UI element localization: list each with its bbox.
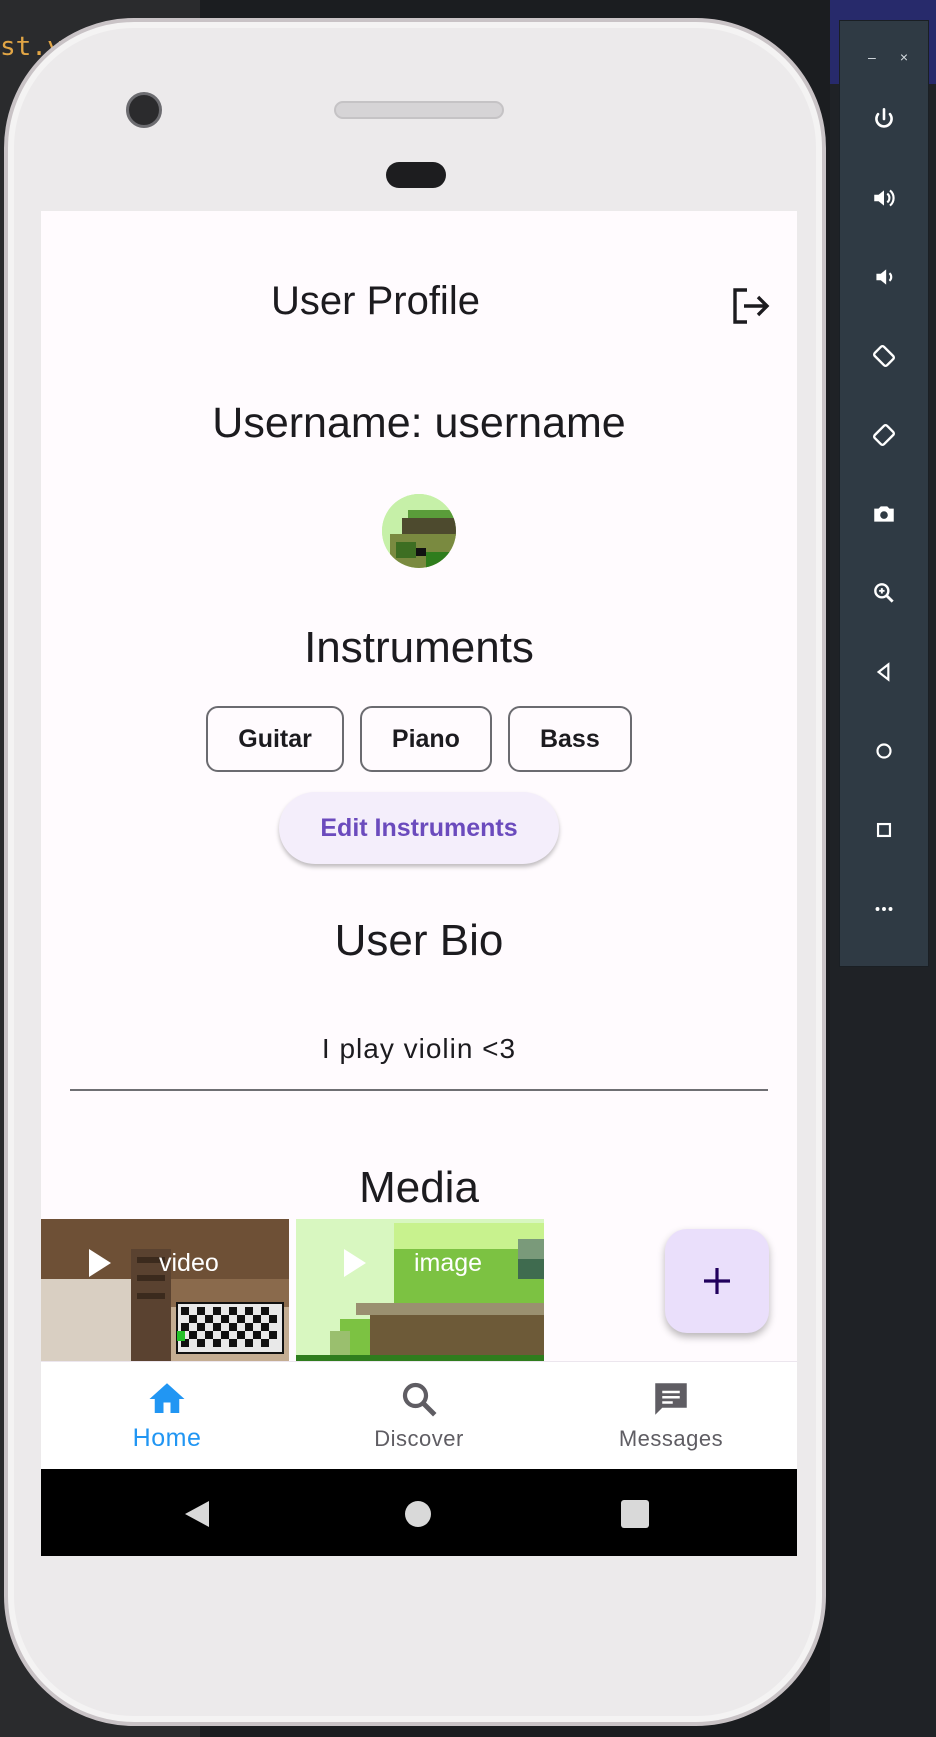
home-button[interactable] [840, 711, 928, 790]
plus-icon [704, 1268, 730, 1294]
more-icon [875, 906, 893, 911]
instruments-heading: Instruments [304, 623, 534, 672]
username-heading: Username: username [212, 399, 626, 447]
screenshot-button[interactable] [840, 474, 928, 553]
bio-underline [70, 1089, 768, 1091]
zoom-button[interactable] [840, 553, 928, 632]
add-media-button[interactable] [665, 1229, 769, 1333]
nav-item-home[interactable]: Home [41, 1362, 293, 1470]
media-heading: Media [359, 1163, 479, 1212]
system-navigation-bar [41, 1469, 797, 1556]
message-icon [655, 1383, 687, 1415]
search-icon [402, 1382, 437, 1417]
app-screen: User Profile Username: username Instrume… [41, 211, 797, 1556]
instrument-chip-piano[interactable]: Piano [359, 706, 492, 772]
bottom-navigation: Home Discover Messages [41, 1361, 797, 1470]
nav-item-discover[interactable]: Discover [293, 1362, 545, 1470]
home-circle-icon [876, 742, 892, 759]
video-thumbnail [41, 1219, 289, 1361]
back-button[interactable] [840, 632, 928, 711]
rotate-right-icon [872, 423, 896, 446]
media-tile-video[interactable]: video [41, 1219, 289, 1361]
system-back-icon[interactable] [183, 1499, 211, 1529]
overview-icon [876, 822, 892, 837]
media-type-label: image [414, 1249, 483, 1277]
volume-down-button[interactable] [840, 237, 928, 316]
front-camera [126, 92, 162, 128]
media-type-label: video [159, 1249, 219, 1277]
instrument-chips: Guitar Piano Bass [41, 706, 797, 772]
nav-label: Messages [618, 1426, 724, 1451]
more-button[interactable] [840, 869, 928, 948]
proximity-sensor [386, 162, 446, 188]
power-button[interactable] [840, 79, 928, 158]
back-icon [876, 661, 890, 682]
system-home-icon[interactable] [403, 1499, 433, 1529]
rotate-right-button[interactable] [840, 395, 928, 474]
logout-icon[interactable] [729, 286, 771, 326]
play-icon [344, 1249, 366, 1277]
phone-frame: User Profile Username: username Instrume… [4, 18, 826, 1726]
rotate-left-button[interactable] [840, 316, 928, 395]
home-icon [149, 1383, 185, 1413]
edit-instruments-button[interactable]: Edit Instruments [279, 792, 559, 864]
bio-field[interactable]: I play violin <3 [41, 1033, 797, 1065]
rotate-left-icon [872, 344, 896, 367]
emulator-toolbar: – × [839, 20, 929, 967]
avatar[interactable] [382, 494, 456, 568]
nav-label: Home [132, 1424, 202, 1452]
bio-heading: User Bio [334, 916, 504, 965]
volume-up-button[interactable] [840, 158, 928, 237]
volume-down-icon [876, 268, 893, 285]
power-icon [875, 107, 893, 128]
system-overview-icon[interactable] [621, 1500, 649, 1528]
earpiece-speaker [334, 101, 504, 119]
emulator-window-controls: – × [840, 21, 928, 79]
zoom-icon [874, 582, 894, 603]
nav-label: Discover [374, 1426, 464, 1451]
close-button[interactable]: × [900, 49, 908, 79]
instrument-chip-bass[interactable]: Bass [507, 706, 632, 772]
media-tile-image[interactable]: image [296, 1219, 544, 1361]
play-icon [89, 1249, 111, 1277]
volume-up-icon [874, 189, 895, 206]
image-thumbnail [296, 1219, 544, 1361]
minimize-button[interactable]: – [868, 49, 876, 79]
nav-item-messages[interactable]: Messages [545, 1362, 797, 1470]
camera-icon [874, 505, 894, 522]
page-title: User Profile [271, 279, 480, 323]
instrument-chip-guitar[interactable]: Guitar [206, 706, 344, 772]
overview-button[interactable] [840, 790, 928, 869]
avatar-image [382, 494, 456, 568]
